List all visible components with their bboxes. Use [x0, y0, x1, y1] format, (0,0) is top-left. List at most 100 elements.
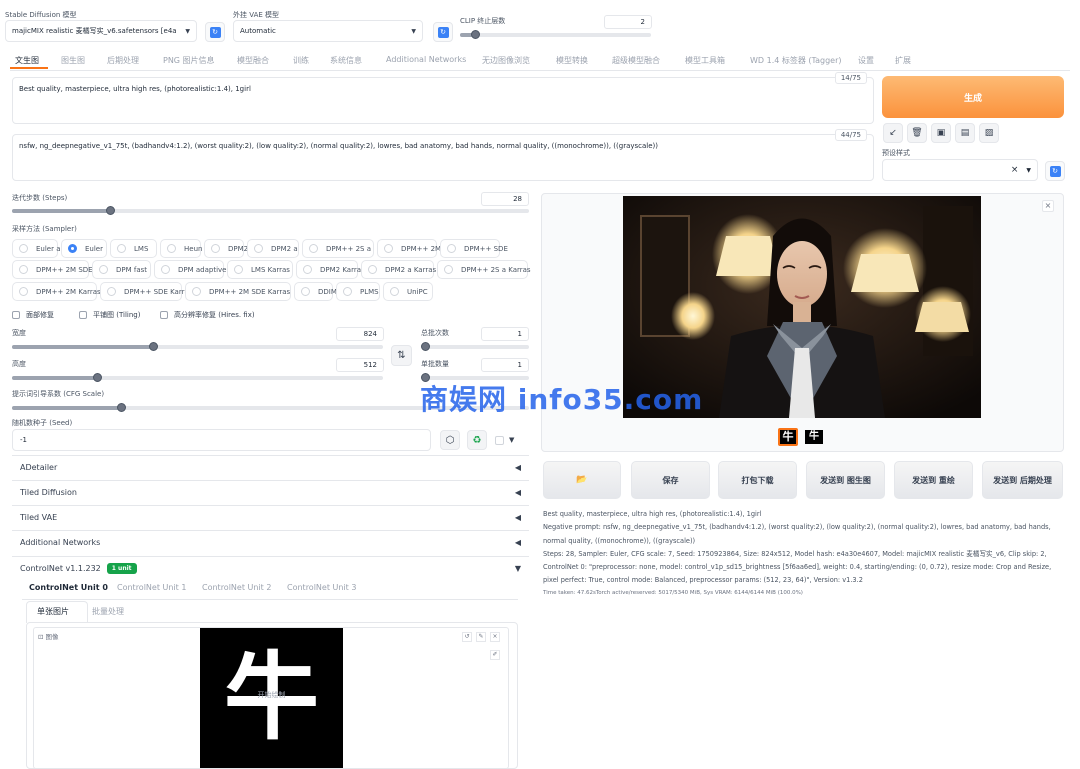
radio-dot[interactable]: [301, 287, 310, 296]
restore-faces-checkbox[interactable]: 面部修复: [12, 310, 54, 320]
radio-dot[interactable]: [368, 265, 377, 274]
controlnet-input-image[interactable]: 牛 开始绘制: [200, 628, 343, 768]
subtab-batch[interactable]: 批量处理: [92, 606, 124, 617]
sampler-option[interactable]: Euler: [61, 239, 107, 258]
clip-knob[interactable]: [471, 30, 481, 39]
radio-dot[interactable]: [19, 287, 28, 296]
trash-icon[interactable]: 🗑: [907, 123, 927, 143]
checkbox-box[interactable]: [12, 311, 20, 319]
extra-seed-checkbox[interactable]: [495, 436, 504, 445]
image-canvas-frame[interactable]: ⊡ 图像 牛 开始绘制 ↺ ✎ × ✐: [33, 627, 509, 769]
vae-select[interactable]: Automatic ▼: [233, 20, 423, 42]
radio-dot[interactable]: [117, 244, 126, 253]
checkbox-box[interactable]: [160, 311, 168, 319]
height-number[interactable]: 512: [336, 358, 384, 372]
seed-input[interactable]: -1: [12, 429, 431, 451]
radio-dot[interactable]: [192, 287, 201, 296]
result-button-3[interactable]: 发送到 重绘: [894, 461, 973, 499]
thumbnail[interactable]: 牛: [805, 430, 823, 444]
radio-dot[interactable]: [167, 244, 176, 253]
tab-3[interactable]: PNG 图片信息: [163, 55, 215, 66]
result-button-1[interactable]: 打包下载: [718, 461, 797, 499]
radio-dot[interactable]: [390, 287, 399, 296]
tab-9[interactable]: 模型转换: [556, 55, 588, 66]
refresh-styles-button[interactable]: ↻: [1045, 161, 1065, 181]
thumbnail-selected[interactable]: 牛: [778, 428, 798, 446]
refresh-model-button[interactable]: ↻: [205, 22, 225, 42]
result-button-0[interactable]: 保存: [631, 461, 710, 499]
undo-icon[interactable]: ↺: [462, 632, 472, 642]
tab-13[interactable]: 设置: [858, 55, 874, 66]
accordion-tiled-diffusion[interactable]: Tiled Diffusion ◀: [12, 480, 529, 504]
radio-dot[interactable]: [384, 244, 393, 253]
radio-dot[interactable]: [161, 265, 170, 274]
sampler-option[interactable]: DPM++ 2S a: [302, 239, 374, 258]
result-button-2[interactable]: 发送到 图生图: [806, 461, 885, 499]
tab-5[interactable]: 训练: [293, 55, 309, 66]
tiling-checkbox[interactable]: 平铺图 (Tiling): [79, 310, 140, 320]
radio-dot[interactable]: [303, 265, 312, 274]
tab-0[interactable]: 文生图: [15, 55, 39, 66]
result-button-4[interactable]: 发送到 后期处理: [982, 461, 1063, 499]
paste-icon[interactable]: ▤: [955, 123, 975, 143]
radio-dot[interactable]: [447, 244, 456, 253]
subtab-single-image[interactable]: 单张图片: [37, 606, 69, 617]
brush-icon[interactable]: ✐: [490, 650, 500, 660]
controlnet-unit-tab-0[interactable]: ControlNet Unit 0: [29, 583, 108, 592]
tab-12[interactable]: WD 1.4 标签器 (Tagger): [750, 55, 842, 66]
sampler-option[interactable]: DPM2: [204, 239, 248, 258]
generate-button[interactable]: 生成: [882, 76, 1064, 118]
radio-dot[interactable]: [19, 265, 28, 274]
negative-prompt[interactable]: nsfw, ng_deepnegative_v1_75t, (badhandv4…: [12, 129, 874, 181]
model-select[interactable]: majicMIX realistic 麦橘写实_v6.safetensors […: [5, 20, 197, 42]
style-select[interactable]: × ▼: [882, 159, 1038, 181]
accordion-adetailer[interactable]: ADetailer ◀: [12, 455, 529, 479]
radio-dot[interactable]: [444, 265, 453, 274]
radio-dot[interactable]: [234, 265, 243, 274]
sampler-option[interactable]: DDIM: [294, 282, 337, 301]
sampler-option[interactable]: DPM++ 2S a Karras: [437, 260, 531, 279]
sampler-option[interactable]: PLMS: [336, 282, 380, 301]
save-style-icon[interactable]: ▨: [979, 123, 999, 143]
sampler-option[interactable]: DPM++ 2M SDE: [12, 260, 93, 279]
steps-number[interactable]: 28: [481, 192, 529, 206]
sampler-option[interactable]: DPM2 a: [247, 239, 299, 258]
tab-4[interactable]: 模型融合: [237, 55, 269, 66]
sampler-option[interactable]: DPM++ 2M SDE Karras: [185, 282, 291, 301]
controlnet-unit-tab-1[interactable]: ControlNet Unit 1: [117, 583, 186, 592]
radio-dot[interactable]: [99, 265, 108, 274]
sampler-option[interactable]: UniPC: [383, 282, 433, 301]
radio-dot[interactable]: [254, 244, 263, 253]
controlnet-unit-tab-3[interactable]: ControlNet Unit 3: [287, 583, 356, 592]
arrow-icon[interactable]: ↙: [883, 123, 903, 143]
controlnet-accordion[interactable]: ControlNet v1.1.232 1 unit ▼: [12, 556, 529, 580]
refresh-vae-button[interactable]: ↻: [433, 22, 453, 42]
close-gallery-icon[interactable]: ×: [1042, 200, 1054, 212]
sampler-option[interactable]: DPM++ 2M Karras: [12, 282, 101, 301]
tab-14[interactable]: 扩展: [895, 55, 911, 66]
tab-10[interactable]: 超级模型融合: [612, 55, 660, 66]
width-knob[interactable]: [148, 342, 158, 351]
open-folder-button[interactable]: 📂: [543, 461, 621, 499]
radio-dot[interactable]: [309, 244, 318, 253]
accordion-additional-networks[interactable]: Additional Networks ◀: [12, 530, 529, 554]
sampler-option[interactable]: DPM++ SDE Karras: [100, 282, 192, 301]
sampler-option[interactable]: LMS: [110, 239, 157, 258]
cfg-knob[interactable]: [116, 403, 126, 412]
clear-icon[interactable]: ×: [1011, 165, 1019, 175]
positive-prompt[interactable]: Best quality, masterpiece, ultra high re…: [12, 72, 874, 124]
sampler-option[interactable]: LMS Karras: [227, 260, 293, 279]
hires-checkbox[interactable]: 高分辨率修复 (Hires. fix): [160, 310, 255, 320]
paint-icon[interactable]: ▣: [931, 123, 951, 143]
controlnet-unit-tab-2[interactable]: ControlNet Unit 2: [202, 583, 271, 592]
width-slider[interactable]: [12, 342, 383, 351]
sampler-option[interactable]: Heun: [160, 239, 202, 258]
steps-knob[interactable]: [106, 206, 116, 215]
width-number[interactable]: 824: [336, 327, 384, 341]
batch-count-slider[interactable]: [421, 342, 529, 351]
radio-dot[interactable]: [107, 287, 116, 296]
close-icon[interactable]: ×: [490, 632, 500, 642]
tab-7[interactable]: Additional Networks: [386, 55, 466, 64]
batch-count-knob[interactable]: [421, 342, 430, 351]
random-seed-button[interactable]: ⬡: [440, 430, 460, 450]
